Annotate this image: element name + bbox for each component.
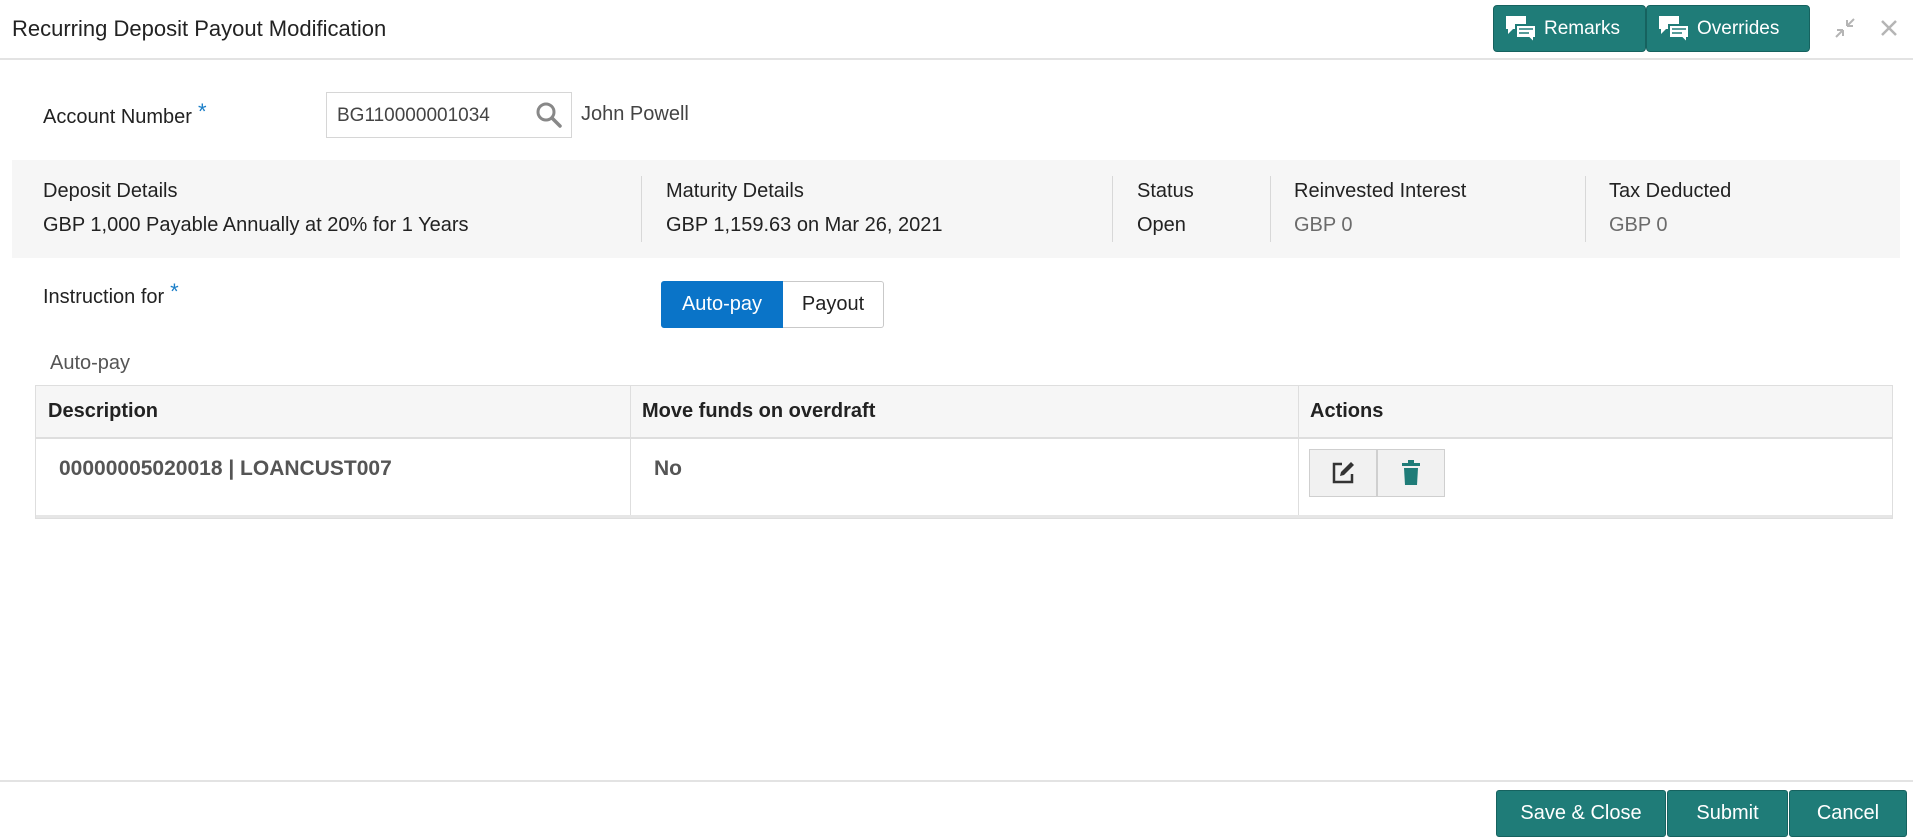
close-icon[interactable] [1877,16,1901,40]
footer-divider [0,780,1913,782]
divider [1112,176,1113,242]
chat-bubbles-icon [1506,15,1537,44]
trash-icon [1402,460,1420,485]
reinvested-interest-heading: Reinvested Interest [1294,180,1467,202]
minimize-icon[interactable] [1833,16,1857,40]
deposit-summary: Deposit Details GBP 1,000 Payable Annual… [12,160,1900,258]
instruction-toggle: Auto-pay Payout [661,281,884,328]
account-number-field[interactable] [326,92,572,138]
column-divider [1298,386,1299,437]
tax-deducted-heading: Tax Deducted [1609,180,1732,202]
column-header-move-funds: Move funds on overdraft [642,400,876,422]
table-header: Description Move funds on overdraft Acti… [36,386,1892,439]
divider [1270,176,1271,242]
reinvested-interest-value: GBP 0 [1294,214,1353,236]
page-header: Recurring Deposit Payout Modification Re… [0,0,1913,60]
status-value: Open [1137,214,1186,236]
column-divider [630,439,631,515]
autopay-table: Description Move funds on overdraft Acti… [35,385,1893,519]
instruction-for-label: Instruction for * [43,279,179,309]
payout-option[interactable]: Payout [783,281,884,328]
required-marker: * [170,279,179,304]
autopay-option[interactable]: Auto-pay [661,281,783,328]
description-cell: 00000005020018 | LOANCUST007 [59,457,392,480]
search-icon[interactable] [535,101,563,129]
column-divider [1298,439,1299,515]
deposit-details-heading: Deposit Details [43,180,178,202]
delete-button[interactable] [1377,449,1445,497]
edit-button[interactable] [1309,449,1377,497]
status-heading: Status [1137,180,1194,202]
overrides-label: Overrides [1697,17,1780,39]
save-close-button[interactable]: Save & Close [1496,790,1666,837]
divider [641,176,642,242]
account-number-label: Account Number * [43,99,207,129]
edit-icon [1332,462,1354,484]
account-number-text: Account Number [43,106,192,128]
column-header-actions: Actions [1310,400,1384,422]
remarks-label: Remarks [1544,17,1621,39]
cancel-button[interactable]: Cancel [1789,790,1907,837]
deposit-details-value: GBP 1,000 Payable Annually at 20% for 1 … [43,214,469,236]
page-title: Recurring Deposit Payout Modification [12,16,387,41]
maturity-details-heading: Maturity Details [666,180,804,202]
table-row: 00000005020018 | LOANCUST007 No [36,439,1892,518]
tax-deducted-value: GBP 0 [1609,214,1668,236]
overrides-button[interactable]: Overrides [1646,5,1810,52]
account-number-input[interactable] [335,101,529,131]
maturity-details-value: GBP 1,159.63 on Mar 26, 2021 [666,214,943,236]
required-marker: * [197,99,207,124]
column-header-description: Description [48,400,159,422]
chat-bubbles-icon [1659,15,1690,44]
divider [1585,176,1586,242]
table-body: 00000005020018 | LOANCUST007 No [36,439,1892,518]
instruction-for-text: Instruction for [43,286,165,308]
column-divider [630,386,631,437]
autopay-section-title: Auto-pay [50,352,131,374]
remarks-button[interactable]: Remarks [1493,5,1646,52]
customer-name: John Powell [581,103,689,125]
move-funds-cell: No [654,457,682,480]
submit-button[interactable]: Submit [1667,790,1788,837]
